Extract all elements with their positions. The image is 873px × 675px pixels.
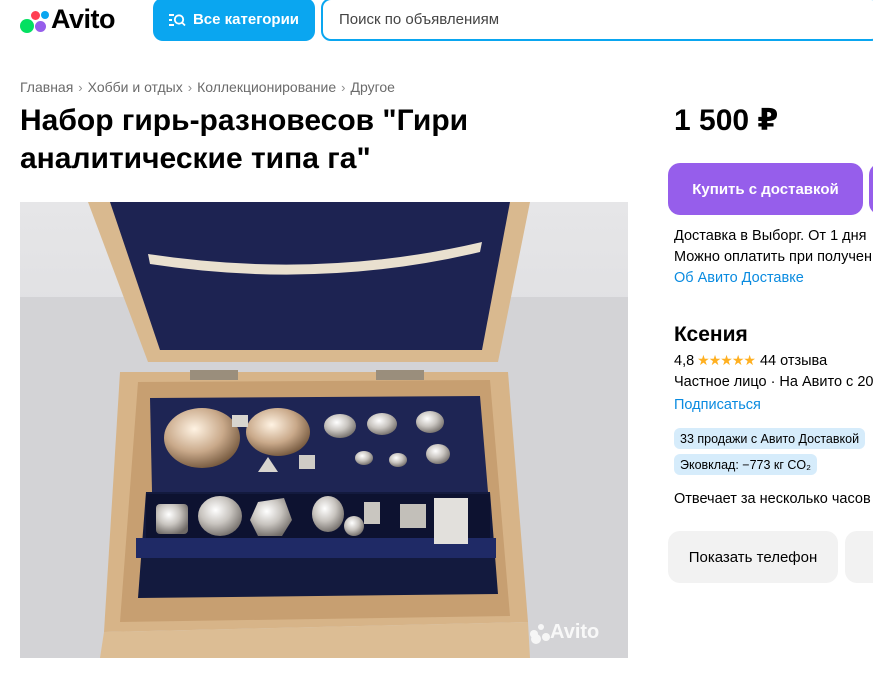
listing-title: Набор гирь-разновесов "Гири аналитически… [20,104,469,175]
listing-photo[interactable]: Avito [20,202,628,658]
breadcrumb-item-home[interactable]: Главная [20,79,73,95]
categories-search-icon [168,13,186,27]
sales-badge: 33 продажи с Авито Доставкой [674,428,866,449]
all-categories-button[interactable]: Все категории [153,0,315,41]
weights-box-image [20,202,628,658]
reviews-count[interactable]: 44 отзыва [760,353,827,369]
subscribe-link[interactable]: Подписаться [674,397,761,413]
all-categories-label: Все категории [192,11,300,28]
logo-text: Avito [51,4,116,34]
seller-rating: 4,8 ★★★★★ 44 отзыва [674,352,827,369]
breadcrumb-item-hobby[interactable]: Хобби и отдых [88,79,183,95]
photo-watermark: Avito [550,621,600,643]
rating-value: 4,8 [674,352,695,369]
write-message-button[interactable] [845,531,873,583]
seller-name[interactable]: Ксения [674,323,748,347]
breadcrumb-item-collecting[interactable]: Коллекционирование [197,79,336,95]
delivery-line: Доставка в Выборг. От 1 дня [674,228,867,244]
about-delivery-link[interactable]: Об Авито Доставке [674,268,873,289]
response-time: Отвечает за несколько часов [674,491,871,507]
breadcrumb: Главная › Хобби и отдых › Коллекциониров… [20,79,395,95]
breadcrumb-item-other[interactable]: Другое [350,79,394,95]
rating-stars-icon: ★★★★★ [697,352,756,368]
breadcrumb-chevron-icon: › [78,79,83,95]
header: Avito Все категории [0,0,873,44]
avito-logo[interactable]: Avito [20,4,116,35]
price: 1 500 ₽ [674,104,779,137]
logo-dots-icon [20,6,50,34]
payment-line: Можно оплатить при получении [674,249,873,265]
add-to-cart-button[interactable] [869,163,873,215]
buy-with-delivery-button[interactable]: Купить с доставкой [668,163,863,215]
breadcrumb-chevron-icon: › [341,79,346,95]
eco-badge: Эковклад: −773 кг CO₂ [674,454,818,475]
seller-type: Частное лицо · На Авито с 2017 [674,374,873,390]
breadcrumb-chevron-icon: › [187,79,193,95]
show-phone-button[interactable]: Показать телефон [668,531,838,583]
delivery-info: Доставка в Выборг. От 1 дня Можно оплати… [674,226,873,289]
search-input[interactable] [321,0,873,41]
